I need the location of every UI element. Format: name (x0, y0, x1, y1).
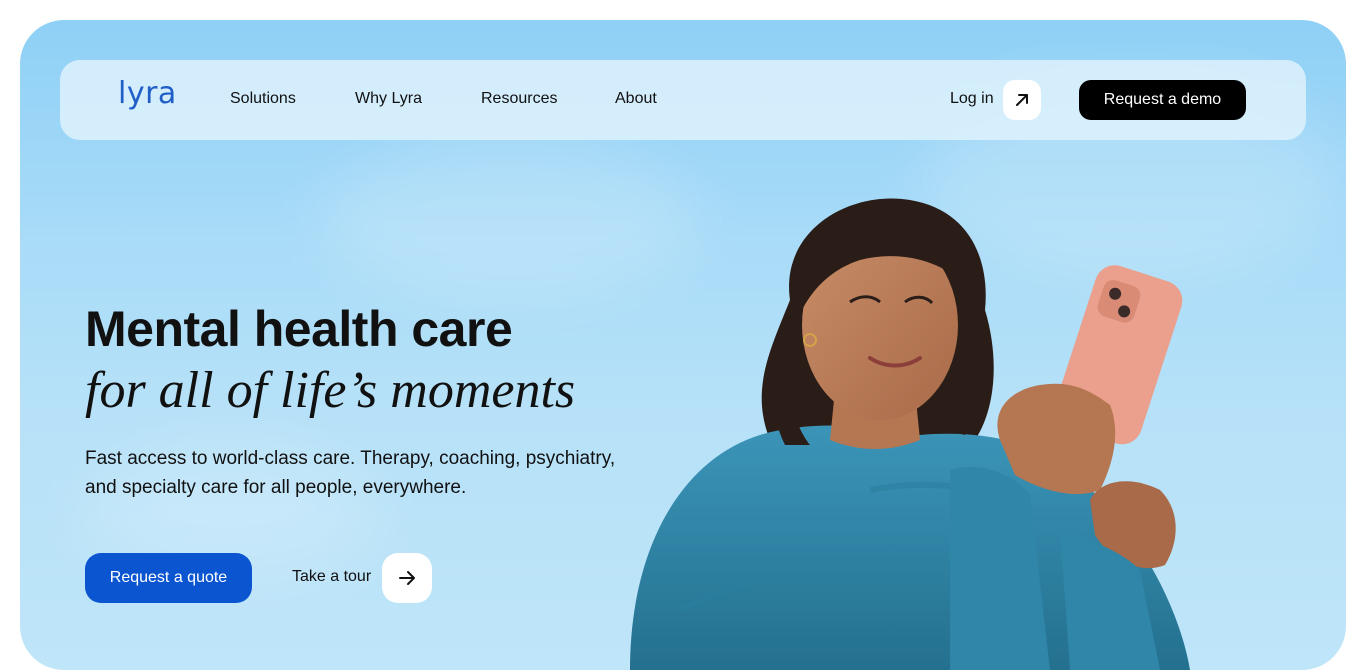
arrow-right-icon (399, 571, 415, 585)
nav-item-solutions[interactable]: Solutions (230, 90, 296, 108)
login-arrow-button[interactable] (1003, 80, 1041, 120)
hero-headline: Mental health care (85, 301, 513, 357)
hero-description: Fast access to world-class care. Therapy… (85, 448, 616, 498)
nav-item-resources[interactable]: Resources (481, 90, 557, 108)
hero-section: lyra Solutions Why Lyra Resources About … (20, 20, 1346, 670)
take-tour-link[interactable]: Take a tour (292, 568, 371, 586)
arrow-up-right-icon (1016, 94, 1028, 106)
request-quote-button[interactable]: Request a quote (85, 553, 252, 603)
nav-item-why-lyra[interactable]: Why Lyra (355, 90, 422, 108)
nav-item-about[interactable]: About (615, 90, 657, 108)
hero-photo-woman-with-phone (630, 198, 1190, 670)
login-link[interactable]: Log in (950, 90, 994, 108)
hero-subheadline: for all of life’s moments (85, 362, 576, 419)
take-tour-arrow-button[interactable] (382, 553, 432, 603)
lyra-logo[interactable]: lyra (118, 76, 177, 111)
top-navigation: lyra Solutions Why Lyra Resources About … (60, 60, 1306, 140)
request-demo-button[interactable]: Request a demo (1079, 80, 1246, 120)
